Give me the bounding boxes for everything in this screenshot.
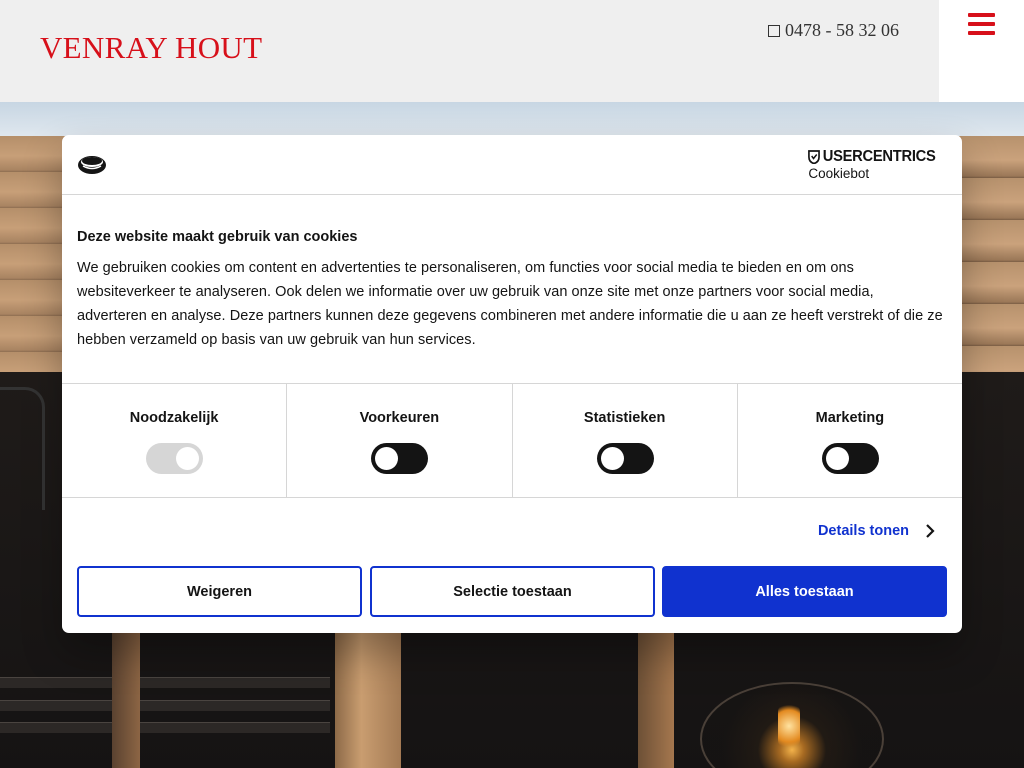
chevron-right-icon [926,524,935,538]
site-logo[interactable]: VENRAY HOUT [40,30,262,66]
bench-slat [0,677,330,688]
allow-all-button[interactable]: Alles toestaan [662,566,947,617]
wood-post [335,622,401,768]
dialog-description: We gebruiken cookies om content en adver… [77,260,943,348]
category-necessary: Noodzakelijk [62,384,288,497]
toggle-marketing[interactable] [821,443,879,474]
hamburger-icon[interactable] [968,13,995,35]
toggle-preferences[interactable] [371,443,429,474]
phone-text: 0478 - 58 32 06 [785,20,899,40]
category-label: Marketing [815,410,885,426]
dialog-header: USERCENTRICS Cookiebot [62,135,962,195]
details-label: Details tonen [817,523,909,539]
dialog-body: Deze website maakt gebruik van cookies W… [77,229,947,352]
toggle-necessary [146,443,204,474]
bench-slat [0,722,330,733]
category-label: Voorkeuren [359,410,440,426]
phone-number[interactable]: 0478 - 58 32 06 [768,20,899,41]
consent-categories: Noodzakelijk Voorkeuren Statistieken Mar… [62,383,962,498]
cookiebot-logo-icon [78,156,106,174]
phone-icon [768,24,780,37]
wood-post [638,622,674,768]
deny-button[interactable]: Weigeren [77,566,362,617]
shield-icon [808,150,821,164]
category-label: Statistieken [583,410,666,426]
details-link[interactable]: Details tonen [818,523,935,539]
allow-selection-button[interactable]: Selectie toestaan [370,566,655,617]
category-statistics: Statistieken [513,384,738,497]
dialog-title: Deze website maakt gebruik van cookies [77,229,358,245]
cookiebot-label: Cookiebot [808,166,870,181]
lamp-bulb [778,702,800,750]
shower-icon [0,387,45,510]
toggle-statistics[interactable] [596,443,654,474]
category-preferences: Voorkeuren [287,384,513,497]
cookie-consent-dialog: USERCENTRICS Cookiebot Deze website maak… [62,135,962,633]
wood-post [112,622,140,768]
usercentrics-brand[interactable]: USERCENTRICS Cookiebot [808,148,947,181]
usercentrics-label: USERCENTRICS [823,148,936,165]
site-header: VENRAY HOUT 0478 - 58 32 06 [0,0,939,102]
category-label: Noodzakelijk [129,410,219,426]
category-marketing: Marketing [738,384,962,497]
bench-slat [0,700,330,711]
